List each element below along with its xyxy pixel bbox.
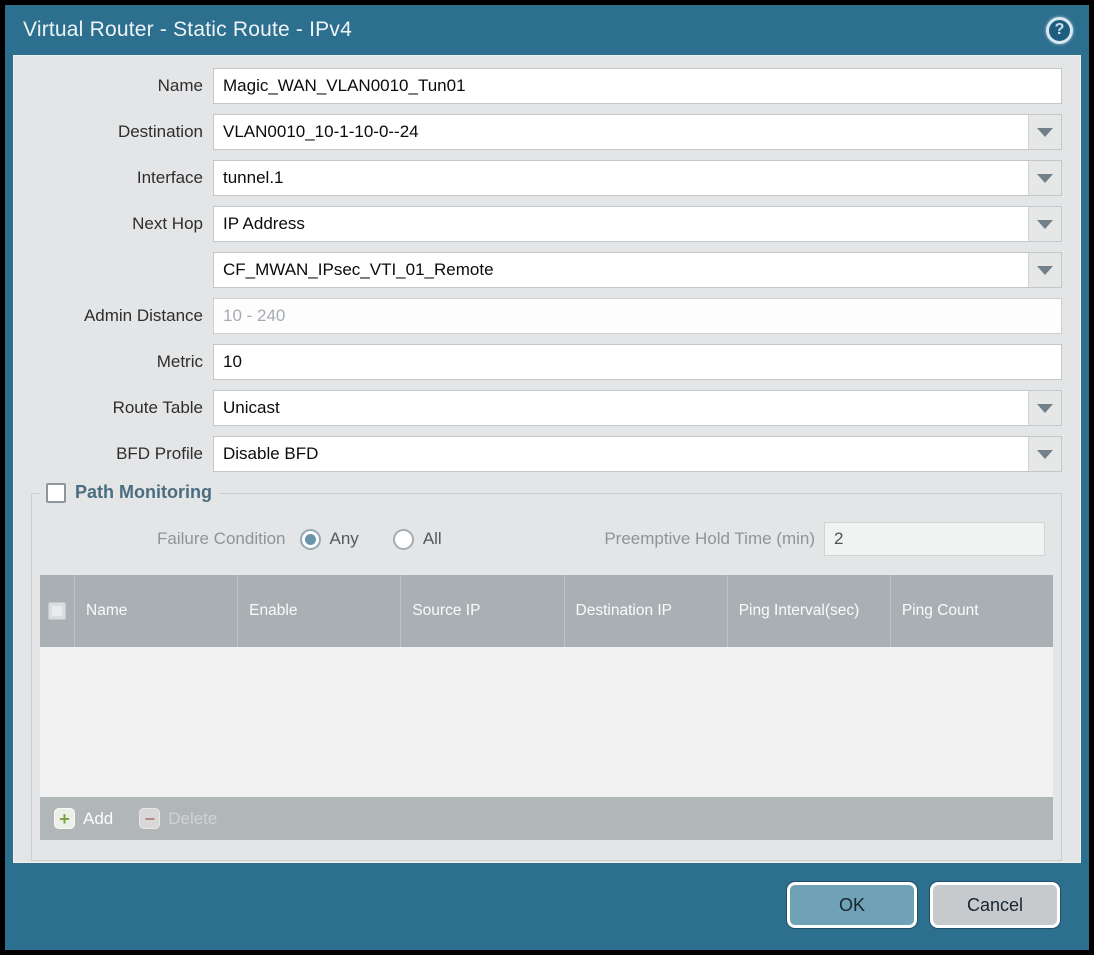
preemptive-hold-time-input[interactable] (824, 522, 1045, 556)
path-monitoring-title: Path Monitoring (75, 482, 212, 502)
help-icon[interactable]: ? (1046, 16, 1073, 44)
metric-row: Metric (14, 344, 1062, 380)
chevron-down-icon (1037, 449, 1053, 459)
table-body-empty (40, 647, 1053, 797)
dialog-title: Virtual Router - Static Route - IPv4 (23, 18, 352, 41)
destination-row: Destination (14, 114, 1062, 150)
column-header-ping-interval[interactable]: Ping Interval(sec) (728, 575, 891, 647)
select-all-checkbox[interactable] (48, 602, 66, 620)
column-header-enable[interactable]: Enable (238, 575, 402, 647)
plus-icon: + (54, 808, 75, 829)
destination-dropdown-button[interactable] (1028, 115, 1061, 149)
name-label: Name (157, 76, 203, 95)
minus-icon: − (139, 808, 161, 829)
dialog-titlebar: Virtual Router - Static Route - IPv4 ? (5, 5, 1089, 55)
route-form: Name Destination Interface (14, 56, 1080, 472)
ok-button[interactable]: OK (787, 882, 917, 928)
add-button-label: Add (83, 808, 114, 828)
admin-distance-input[interactable] (213, 298, 1062, 334)
metric-input[interactable] (213, 344, 1062, 380)
path-monitoring-section: Path Monitoring Failure Condition Any Al… (31, 482, 1062, 861)
chevron-down-icon (1037, 173, 1053, 183)
metric-label: Metric (156, 352, 203, 371)
interface-input[interactable] (214, 161, 1028, 195)
next-hop-dropdown-button[interactable] (1028, 207, 1061, 241)
admin-distance-label: Admin Distance (83, 306, 203, 325)
table-header-row: Name Enable Source IP Destination IP Pin… (40, 575, 1053, 647)
delete-button[interactable]: − Delete (139, 808, 217, 829)
next-hop-type-input[interactable] (214, 207, 1028, 241)
next-hop-label: Next Hop (132, 214, 203, 233)
admin-distance-row: Admin Distance (14, 298, 1062, 334)
column-header-ping-count[interactable]: Ping Count (891, 575, 1053, 647)
table-header-select (40, 575, 75, 647)
destination-input[interactable] (214, 115, 1028, 149)
route-table-row: Route Table (14, 390, 1062, 426)
failure-condition-any-radio[interactable] (299, 528, 321, 550)
static-route-dialog: Virtual Router - Static Route - IPv4 ? N… (5, 5, 1089, 950)
all-radio-label: All (422, 529, 442, 548)
cancel-button[interactable]: Cancel (930, 882, 1060, 928)
next-hop-address-dropdown-button[interactable] (1028, 253, 1061, 287)
chevron-down-icon (1037, 265, 1053, 275)
column-header-destination-ip[interactable]: Destination IP (565, 575, 728, 647)
failure-condition-all-radio[interactable] (392, 528, 414, 550)
column-header-name[interactable]: Name (75, 575, 239, 647)
delete-button-label: Delete (168, 808, 218, 828)
name-row: Name (14, 68, 1062, 104)
bfd-profile-row: BFD Profile (14, 436, 1062, 472)
dialog-body: Name Destination Interface (13, 55, 1081, 863)
failure-condition-row: Failure Condition Any All Preemptive Hol… (32, 494, 1061, 557)
route-table-label: Route Table (112, 398, 203, 417)
interface-label: Interface (136, 168, 203, 187)
next-hop-row: Next Hop (14, 206, 1062, 242)
path-monitoring-legend: Path Monitoring (39, 482, 219, 503)
table-toolbar: + Add − Delete (40, 797, 1053, 840)
help-glyph: ? (1054, 21, 1065, 38)
interface-dropdown-button[interactable] (1028, 161, 1061, 195)
bfd-profile-input[interactable] (214, 437, 1028, 471)
any-radio-label: Any (329, 529, 359, 548)
failure-condition-label: Failure Condition (157, 529, 286, 548)
chevron-down-icon (1037, 219, 1053, 229)
path-monitoring-table: Name Enable Source IP Destination IP Pin… (40, 575, 1053, 840)
dialog-footer: OK Cancel (787, 882, 1060, 928)
next-hop-address-input[interactable] (214, 253, 1028, 287)
bfd-profile-dropdown-button[interactable] (1028, 437, 1061, 471)
name-input[interactable] (213, 68, 1062, 104)
preemptive-hold-time-label: Preemptive Hold Time (min) (604, 529, 815, 548)
chevron-down-icon (1037, 127, 1053, 137)
route-table-input[interactable] (214, 391, 1028, 425)
next-hop-address-row (14, 252, 1062, 288)
add-button[interactable]: + Add (54, 808, 113, 829)
route-table-dropdown-button[interactable] (1028, 391, 1061, 425)
bfd-profile-label: BFD Profile (116, 444, 203, 463)
interface-row: Interface (14, 160, 1062, 196)
destination-label: Destination (117, 122, 203, 141)
path-monitoring-checkbox[interactable] (46, 482, 66, 503)
column-header-source-ip[interactable]: Source IP (401, 575, 565, 647)
chevron-down-icon (1037, 403, 1053, 413)
